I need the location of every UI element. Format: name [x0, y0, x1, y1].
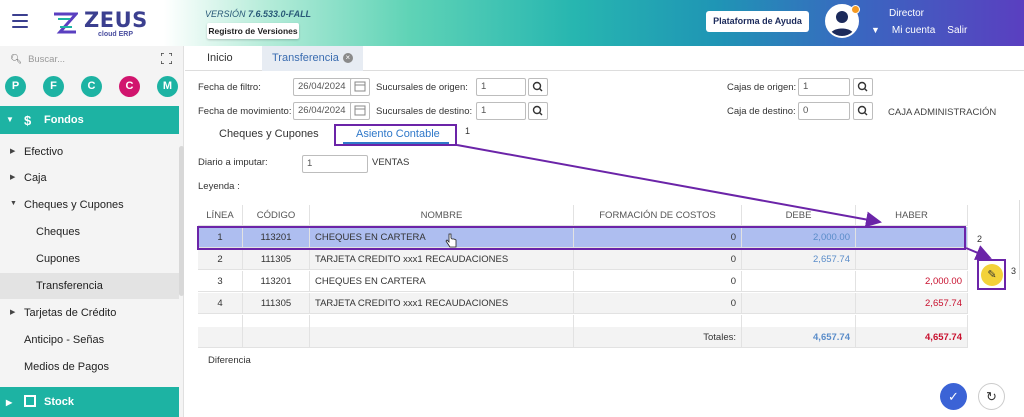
annotation-arrows	[456, 144, 992, 260]
